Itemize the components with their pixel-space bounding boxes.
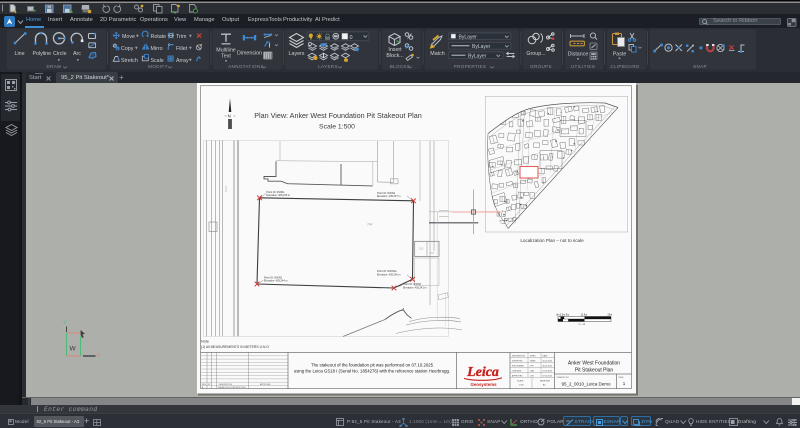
svg-text:07.10.2025: 07.10.2025 <box>543 370 552 372</box>
svg-text:Distance: Distance <box>568 52 589 58</box>
svg-text:Pit Stakeout Plan: Pit Stakeout Plan <box>575 367 614 373</box>
svg-text:▾: ▾ <box>189 34 192 40</box>
svg-text:DATE: DATE <box>543 354 549 357</box>
svg-text:N: N <box>228 113 231 118</box>
svg-text:Line: Line <box>15 51 25 57</box>
svg-text:1024: 1024 <box>224 185 228 192</box>
svg-text:MTHD: MTHD <box>530 355 536 357</box>
svg-text:PROCESSED: PROCESSED <box>512 365 525 367</box>
svg-text:Circle: Circle <box>53 51 67 57</box>
svg-text:Y: Y <box>63 320 67 326</box>
svg-text:744: 744 <box>367 222 373 226</box>
svg-text:Arc: Arc <box>73 51 81 57</box>
svg-text:APPROVED: APPROVED <box>512 374 523 377</box>
svg-text:UTILITIES: UTILITIES <box>571 64 595 69</box>
svg-text:ByLayer: ByLayer <box>468 54 487 60</box>
svg-text:Geosystems: Geosystems <box>470 381 497 386</box>
svg-text:06.10.2025: 06.10.2025 <box>543 365 552 367</box>
svg-text:Group...: Group... <box>526 51 545 57</box>
svg-text:SNAP: SNAP <box>693 64 707 69</box>
svg-text:W: W <box>70 345 77 352</box>
svg-text:Elevation: 405,230 m: Elevation: 405,230 m <box>267 194 291 197</box>
svg-text:Dimension: Dimension <box>237 51 262 57</box>
svg-text:Elevation: 405,241 m: Elevation: 405,241 m <box>403 286 427 289</box>
svg-text:Block...: Block... <box>386 53 403 59</box>
svg-text:DRAW: DRAW <box>46 64 61 69</box>
svg-text:DESCRIPTION: DESCRIPTION <box>219 383 233 385</box>
svg-text:Stretch: Stretch <box>121 58 138 64</box>
svg-text:Scale: Scale <box>151 58 164 64</box>
svg-text:SCALE: SCALE <box>517 379 524 382</box>
svg-text:CLIPBOARD: CLIPBOARD <box>610 64 640 69</box>
svg-text:ByLayer: ByLayer <box>459 35 478 41</box>
svg-text:95_2_0010_Leica Demo: 95_2_0010_Leica Demo <box>561 381 611 386</box>
svg-text:▾: ▾ <box>135 46 138 52</box>
svg-text:APPROVED: APPROVED <box>260 382 271 385</box>
svg-text:1:500: 1:500 <box>519 384 524 386</box>
svg-text:X: X <box>97 353 101 359</box>
svg-text:PAGE: PAGE <box>619 376 625 379</box>
svg-text:MODIFY: MODIFY <box>148 64 168 69</box>
svg-text:Move: Move <box>122 34 135 40</box>
svg-text:Fillet: Fillet <box>176 46 188 52</box>
svg-text:0: 0 <box>350 35 353 41</box>
svg-text:2.5m: 2.5m <box>560 313 565 316</box>
svg-text:A3: A3 <box>543 383 545 386</box>
svg-text:DRAWING NO: DRAWING NO <box>557 376 570 379</box>
svg-text:Localization Plan – not to sca: Localization Plan – not to scale <box>520 238 584 243</box>
svg-text:05.10.2025: 05.10.2025 <box>543 360 552 362</box>
svg-text:Rotate: Rotate <box>151 34 167 40</box>
svg-text:LAYERS: LAYERS <box>318 64 338 69</box>
svg-text:Layers: Layers <box>289 51 305 57</box>
svg-text:Elevation: 405,237 m: Elevation: 405,237 m <box>377 195 401 198</box>
svg-text:Note: Note <box>201 339 209 343</box>
svg-text:SURVEYED: SURVEYED <box>512 360 523 362</box>
svg-text:Array: Array <box>176 58 189 64</box>
svg-text:▾: ▾ <box>189 46 192 52</box>
svg-text:25m: 25m <box>608 313 613 316</box>
svg-text:Trim: Trim <box>176 34 187 40</box>
svg-text:▾: ▾ <box>189 58 192 64</box>
svg-text:Scale 1:500: Scale 1:500 <box>319 123 355 130</box>
svg-text:Elevation: 405,240 m: Elevation: 405,240 m <box>377 273 401 276</box>
svg-text:Polyline: Polyline <box>33 51 52 57</box>
svg-text:Plan View: Anker West Foundati: Plan View: Anker West Foundation Pit Sta… <box>254 111 422 120</box>
svg-text:CHECKED: CHECKED <box>512 370 522 372</box>
svg-text:102: 102 <box>419 246 424 250</box>
svg-text:BLOCKS: BLOCKS <box>390 64 410 69</box>
svg-text:07.10.2025: 07.10.2025 <box>543 375 552 377</box>
svg-text:DESCRIPTION: DESCRIPTION <box>512 355 526 357</box>
svg-text:Text: Text <box>221 54 231 60</box>
svg-text:The stakeout of the foundation: The stakeout of the foundation pit was p… <box>311 362 434 367</box>
svg-text:PROPERTIES: PROPERTIES <box>454 64 487 69</box>
svg-text:Mirro: Mirro <box>151 46 163 52</box>
svg-text:▾: ▾ <box>136 34 139 40</box>
svg-text:(1) All MEASUREMENTS IN METERS: (1) All MEASUREMENTS IN METERS U.N.O <box>201 344 269 348</box>
svg-text:GROUPS: GROUPS <box>530 64 552 69</box>
svg-text:ANNOTATIONS: ANNOTATIONS <box>228 64 264 69</box>
svg-text:PAGE SIZE: PAGE SIZE <box>540 379 551 382</box>
svg-text:12.5m: 12.5m <box>581 313 588 316</box>
svg-text:Match: Match <box>430 51 444 57</box>
svg-text:ByLayer: ByLayer <box>472 44 491 50</box>
svg-text:GNSS: GNSS <box>530 360 536 362</box>
svg-text:Paste: Paste <box>613 52 627 58</box>
svg-text:using the Leica GS18 I (Serial: using the Leica GS18 I (Serial No. 18542… <box>294 368 450 373</box>
svg-text:Anker West Foundation: Anker West Foundation <box>568 360 620 366</box>
svg-text:Leica: Leica <box>466 365 499 380</box>
svg-text:5m: 5m <box>566 313 569 316</box>
svg-text:CAD: CAD <box>530 369 535 372</box>
svg-text:Elevation: 405,244 m: Elevation: 405,244 m <box>264 279 288 282</box>
svg-text:Copy: Copy <box>121 46 134 52</box>
svg-text:ISSUED FOR CONSTRUCTION: ISSUED FOR CONSTRUCTION <box>218 387 246 389</box>
svg-text:207: 207 <box>430 251 435 255</box>
